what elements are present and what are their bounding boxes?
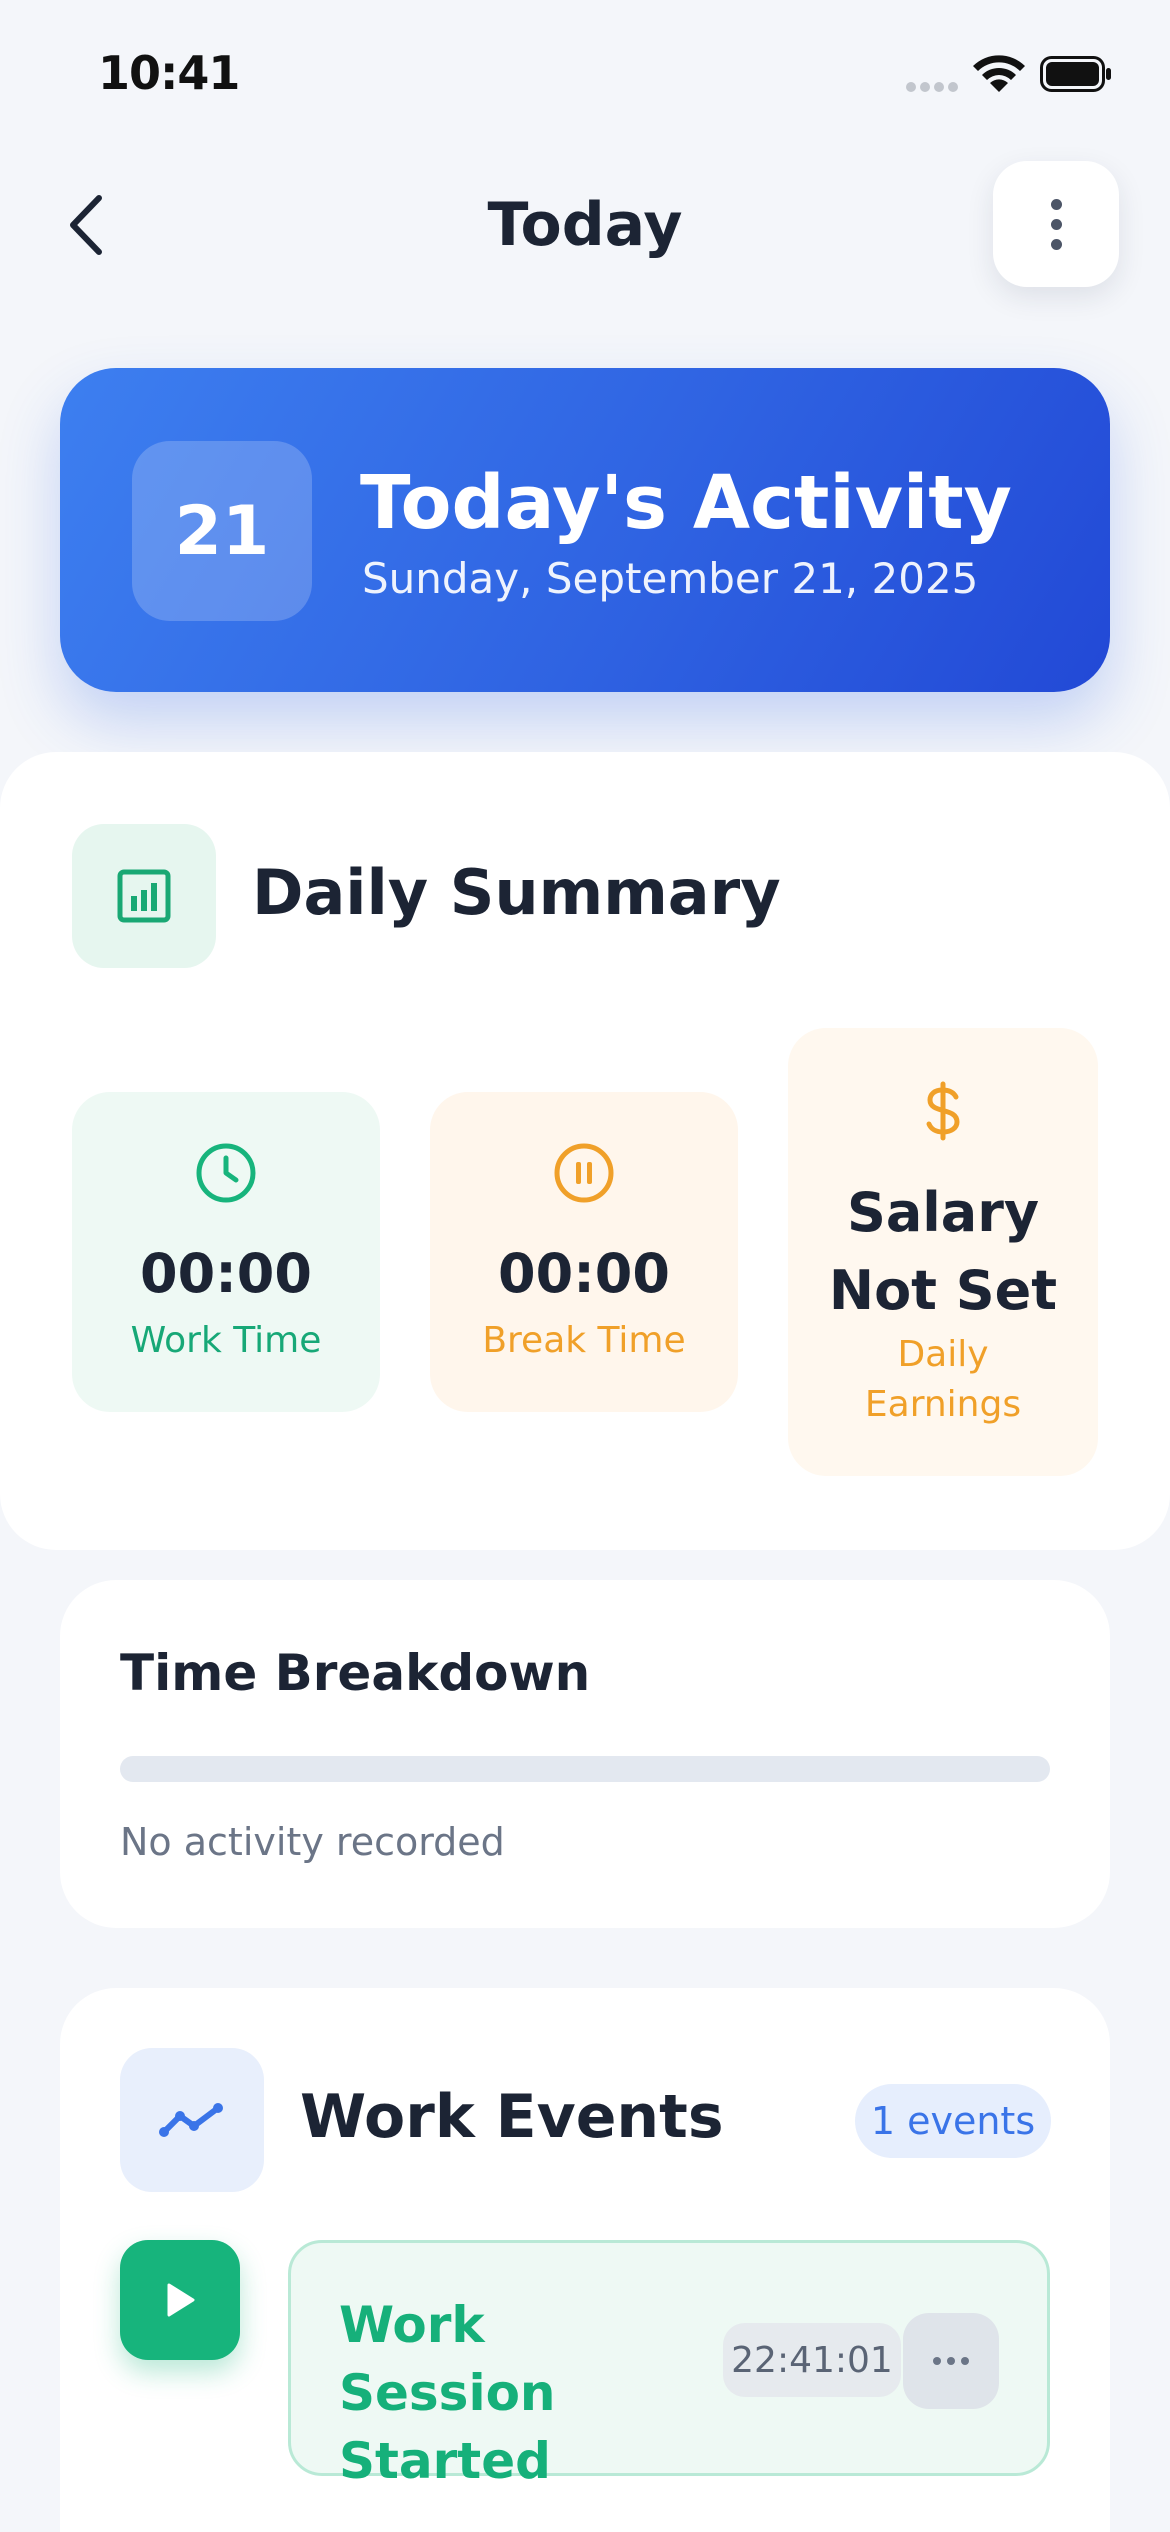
- more-vertical-icon: [1050, 198, 1062, 210]
- page-title: Today: [487, 190, 683, 260]
- work-time-label: Work Time: [130, 1320, 322, 1361]
- event-more-button[interactable]: [903, 2313, 999, 2409]
- todays-activity-banner: 21 Today's Activity Sunday, September 21…: [60, 368, 1110, 692]
- more-options-button[interactable]: [993, 161, 1119, 287]
- event-type-play-button[interactable]: [120, 2240, 240, 2360]
- play-icon: [167, 2283, 195, 2317]
- status-time: 10:41: [98, 46, 240, 100]
- back-button[interactable]: [58, 190, 112, 260]
- break-time-value: 00:00: [498, 1242, 670, 1305]
- no-activity-text: No activity recorded: [120, 1820, 505, 1864]
- break-time-label: Break Time: [482, 1320, 686, 1361]
- break-time-stat: 00:00 Break Time: [430, 1092, 738, 1412]
- daily-earnings-stat: Salary Not Set Daily Earnings: [788, 1028, 1098, 1476]
- wifi-icon: [973, 55, 1025, 92]
- day-number-badge: 21: [132, 441, 312, 621]
- clock-icon: [196, 1143, 256, 1203]
- dollar-icon: [926, 1081, 960, 1141]
- chevron-left-icon: [70, 195, 102, 255]
- time-breakdown-card: Time Breakdown No activity recorded: [60, 1580, 1110, 1928]
- cellular-signal-icon: [906, 82, 958, 94]
- salary-value-line1: Salary: [846, 1181, 1040, 1244]
- salary-label-line1: Daily: [897, 1334, 989, 1375]
- trending-line-icon: [120, 2048, 264, 2192]
- events-count-badge: 1 events: [855, 2084, 1051, 2158]
- work-time-value: 00:00: [140, 1242, 312, 1305]
- event-item[interactable]: Work Session Started 22:41:01: [288, 2240, 1050, 2490]
- salary-label-line2: Earnings: [864, 1384, 1022, 1425]
- time-breakdown-bar: [120, 1756, 1050, 1782]
- event-timestamp: 22:41:01: [723, 2323, 901, 2397]
- hero-title: Today's Activity: [360, 460, 1012, 546]
- event-title: Work Session Started: [339, 2296, 556, 2490]
- bar-chart-icon: [72, 824, 216, 968]
- salary-value-line2: Not Set: [828, 1259, 1058, 1322]
- battery-icon: [1040, 56, 1111, 92]
- breakdown-title: Time Breakdown: [120, 1644, 591, 1702]
- work-events-card: Work Events 1 events Work Session Starte…: [60, 1988, 1110, 2532]
- more-horizontal-icon: [933, 2357, 941, 2365]
- daily-summary-card: Daily Summary 00:00 Work Time 00:00 Brea…: [0, 752, 1170, 1550]
- status-bar: 10:41: [0, 0, 1170, 140]
- pause-icon: [554, 1143, 614, 1203]
- events-title: Work Events: [300, 2082, 724, 2152]
- hero-date: Sunday, September 21, 2025: [362, 554, 979, 603]
- summary-title: Daily Summary: [252, 856, 781, 929]
- work-time-stat: 00:00 Work Time: [72, 1092, 380, 1412]
